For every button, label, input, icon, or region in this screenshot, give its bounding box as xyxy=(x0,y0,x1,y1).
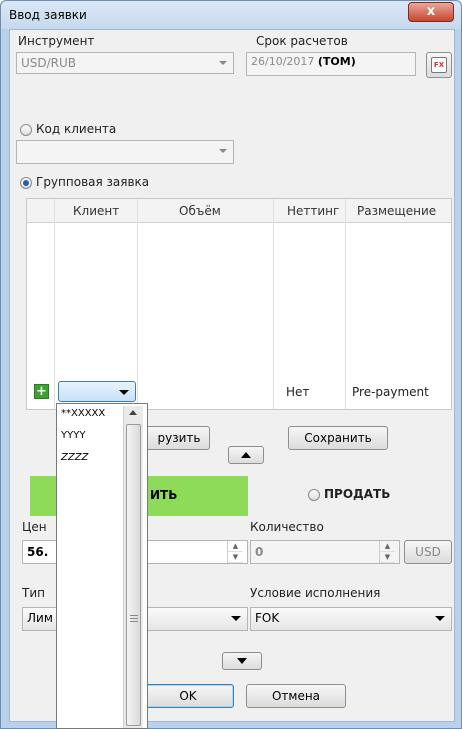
list-item[interactable]: YYYY xyxy=(61,430,85,441)
price-value: 56. xyxy=(27,545,49,559)
price-stepper[interactable]: ▲ ▼ xyxy=(227,541,243,563)
group-order-label: Групповая заявка xyxy=(36,175,150,189)
price-label: Цен xyxy=(22,520,47,534)
title-bar[interactable]: Ввод заявки x xyxy=(1,1,461,29)
table-header: Клиент Объём Неттинг Размещение xyxy=(27,199,451,223)
calendar-fx-icon: FX xyxy=(431,57,447,73)
chevron-down-icon xyxy=(219,61,227,65)
settlement-label: Срок расчетов xyxy=(256,34,348,48)
scroll-up-icon[interactable] xyxy=(129,410,137,415)
settlement-term: (TOM) xyxy=(317,55,356,68)
instrument-label: Инструмент xyxy=(18,34,95,48)
scroll-thumb[interactable] xyxy=(126,424,141,726)
quantity-label: Количество xyxy=(250,520,324,534)
settlement-field: 26/10/2017 (TOM) xyxy=(246,52,416,76)
exec-condition-label: Условие исполнения xyxy=(250,586,381,600)
arrow-down-icon xyxy=(237,658,247,664)
column-client[interactable]: Клиент xyxy=(73,204,119,218)
cancel-button[interactable]: Отмена xyxy=(246,684,346,708)
order-type-label: Тип xyxy=(22,586,45,600)
calendar-button[interactable]: FX xyxy=(426,52,452,78)
client-code-select[interactable] xyxy=(16,140,234,164)
row-placement: Pre-payment xyxy=(352,385,429,399)
settlement-date: 26/10/2017 xyxy=(251,55,315,68)
column-volume[interactable]: Объём xyxy=(179,204,221,218)
ok-button[interactable]: OK xyxy=(142,684,234,708)
chevron-down-icon xyxy=(119,390,129,395)
exec-condition-value: FOK xyxy=(255,611,280,625)
load-button[interactable]: рузить xyxy=(138,426,210,450)
sell-radio[interactable] xyxy=(308,489,320,501)
order-type-value: Лим xyxy=(27,611,53,625)
expand-button[interactable] xyxy=(222,652,262,670)
clients-table: Клиент Объём Неттинг Размещение xyxy=(26,198,452,410)
buy-label: ИТЬ xyxy=(150,488,178,502)
window-title: Ввод заявки xyxy=(9,8,87,22)
collapse-button[interactable] xyxy=(228,446,264,464)
group-order-radio[interactable] xyxy=(20,177,32,189)
column-netting[interactable]: Неттинг xyxy=(287,204,339,218)
chevron-down-icon xyxy=(231,616,241,621)
client-dropdown-list[interactable]: **XXXXX YYYY ZZZZ xyxy=(56,403,148,729)
instrument-value: USD/RUB xyxy=(21,56,77,70)
plus-icon: + xyxy=(36,384,47,399)
dropdown-scrollbar[interactable] xyxy=(123,406,143,728)
currency-button[interactable]: USD xyxy=(404,540,452,564)
list-item[interactable]: **XXXXX xyxy=(61,408,105,419)
add-row-button[interactable]: + xyxy=(34,384,49,399)
chevron-down-icon xyxy=(435,616,445,621)
list-item[interactable]: ZZZZ xyxy=(61,452,88,463)
client-select[interactable] xyxy=(58,381,136,402)
quantity-stepper[interactable]: ▲ ▼ xyxy=(379,541,395,563)
arrow-up-icon xyxy=(241,452,251,458)
quantity-value: 0 xyxy=(255,545,264,559)
close-icon: x xyxy=(426,4,436,19)
sell-label: ПРОДАТЬ xyxy=(324,487,391,501)
chevron-down-icon xyxy=(219,149,227,153)
column-placement[interactable]: Размещение xyxy=(357,204,436,218)
exec-condition-select[interactable]: FOK xyxy=(250,607,452,631)
save-button[interactable]: Сохранить xyxy=(288,426,388,450)
client-code-label: Код клиента xyxy=(36,122,117,136)
client-code-radio[interactable] xyxy=(20,124,32,136)
row-netting: Нет xyxy=(286,385,310,399)
instrument-select[interactable]: USD/RUB xyxy=(16,52,234,74)
quantity-input[interactable]: 0 ▲ ▼ xyxy=(250,540,400,564)
close-button[interactable]: x xyxy=(408,2,454,22)
